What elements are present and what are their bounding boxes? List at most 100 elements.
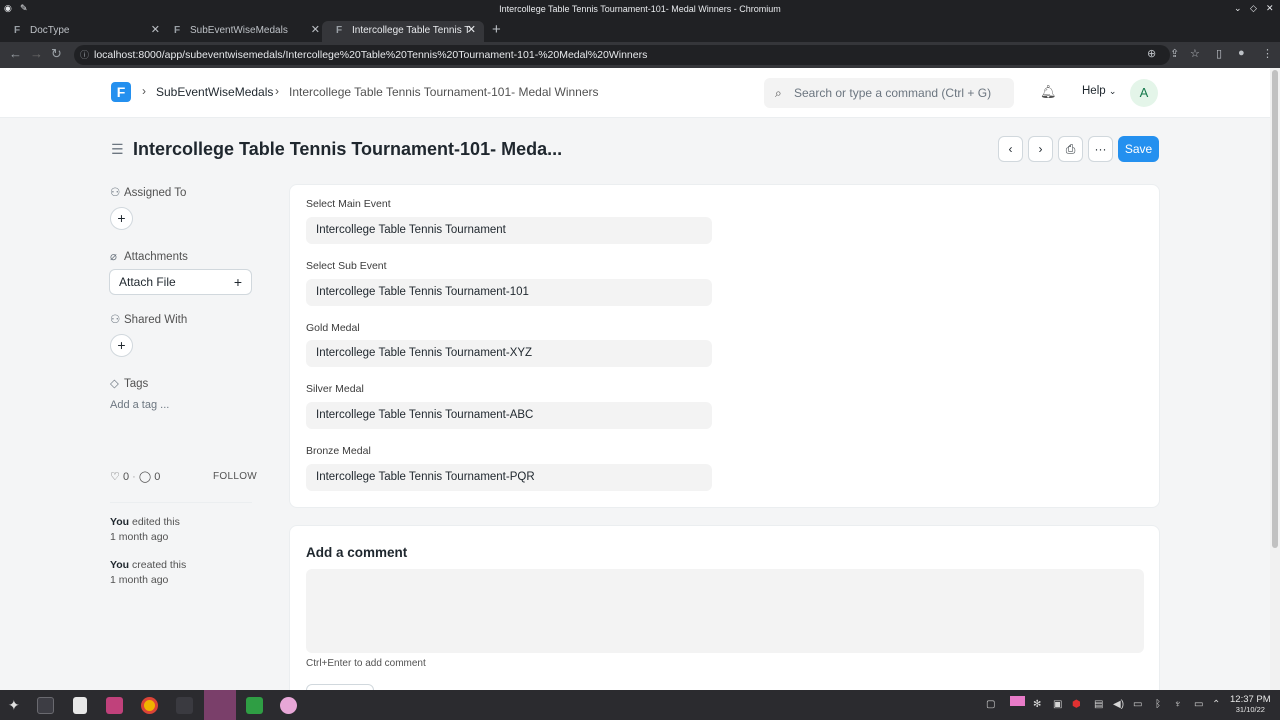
frappe-logo-icon[interactable]: F: [111, 82, 131, 102]
bronze-medal-field[interactable]: Intercollege Table Tennis Tournament-PQR: [306, 464, 712, 491]
attach-file-button[interactable]: Attach File +: [109, 269, 252, 295]
attachments-heading: ⌀ Attachments: [110, 249, 188, 263]
volume-icon[interactable]: ◀): [1113, 699, 1124, 710]
shield-icon[interactable]: ⬢: [1072, 699, 1081, 710]
tab-medal-winners[interactable]: F Intercollege Table Tennis T ✕: [322, 21, 484, 42]
chevron-right-icon: ›: [275, 84, 279, 98]
activity-action: created this: [131, 559, 187, 571]
next-document-button[interactable]: ›: [1028, 136, 1053, 162]
desktop-icon[interactable]: ▢: [986, 699, 995, 710]
side-panel-icon[interactable]: ▯: [1216, 47, 1222, 60]
back-icon[interactable]: ←: [9, 46, 22, 61]
bluetooth-icon[interactable]: ᛒ: [1155, 699, 1161, 710]
url-text: localhost:8000/app/subeventwisemedals/In…: [94, 49, 648, 61]
add-comment-heading: Add a comment: [306, 545, 408, 560]
address-bar[interactable]: ⓘ localhost:8000/app/subeventwisemedals/…: [74, 45, 1170, 65]
follow-button[interactable]: FOLLOW: [213, 471, 257, 482]
likes-comments-counter: ♡ 0 · ◯ 0: [110, 471, 161, 483]
app-launcher-icon[interactable]: ✦: [8, 697, 20, 714]
battery-icon[interactable]: ▭: [1133, 699, 1142, 710]
active-window-icon[interactable]: [204, 690, 236, 720]
activity-actor: You: [110, 516, 130, 528]
silver-medal-label: Silver Medal: [306, 383, 364, 395]
sidebar-toggle-icon[interactable]: ☰: [111, 141, 124, 158]
window-title-bar: ◉ ✎ Intercollege Table Tennis Tournament…: [0, 0, 1280, 19]
zoom-icon[interactable]: ⊕: [1147, 47, 1156, 60]
notes-icon[interactable]: ▤: [1094, 699, 1103, 710]
forward-icon[interactable]: →: [30, 46, 43, 61]
search-icon: ⌕: [775, 86, 782, 100]
notification-bell-icon[interactable]: 🔔︎: [1040, 84, 1057, 100]
new-tab-icon[interactable]: +: [492, 21, 501, 38]
save-button[interactable]: Save: [1118, 136, 1159, 162]
screenshot-tool-icon[interactable]: [280, 697, 297, 714]
user-avatar[interactable]: A: [1130, 79, 1158, 107]
tab-label: Intercollege Table Tennis T: [352, 25, 471, 36]
previous-document-button[interactable]: ‹: [998, 136, 1023, 162]
system-clock[interactable]: 12:37 PM 31/10/22: [1230, 695, 1271, 715]
activity-item: You edited this 1 month ago: [110, 515, 180, 545]
attach-file-label: Attach File: [119, 275, 176, 289]
browser-tab-strip: F DocType ✕ F SubEventWiseMedals ✕ F Int…: [0, 19, 1280, 42]
close-window-icon[interactable]: ✕: [1266, 3, 1274, 14]
likes-count: 0: [122, 471, 130, 483]
network-icon[interactable]: ▭: [1194, 699, 1203, 710]
reload-icon[interactable]: ↻: [51, 46, 62, 62]
tab-doctype[interactable]: F DocType ✕: [0, 21, 168, 42]
paperclip-icon: ⌀: [110, 251, 117, 263]
tags-label: Tags: [124, 378, 149, 390]
close-tab-icon[interactable]: ✕: [151, 21, 160, 40]
profile-icon[interactable]: ●: [1238, 47, 1245, 59]
window-title: Intercollege Table Tennis Tournament-101…: [499, 4, 781, 14]
color-indicator-icon[interactable]: [1010, 696, 1025, 706]
add-tag-link[interactable]: Add a tag ...: [110, 399, 169, 411]
sub-event-field[interactable]: Intercollege Table Tennis Tournament-101: [306, 279, 712, 306]
shared-with-label: Shared With: [124, 314, 188, 326]
add-assignment-button[interactable]: +: [110, 207, 133, 230]
file-manager-icon[interactable]: [106, 697, 123, 714]
close-tab-icon[interactable]: ✕: [467, 21, 476, 40]
silver-medal-field[interactable]: Intercollege Table Tennis Tournament-ABC: [306, 402, 712, 429]
comment-input[interactable]: [306, 569, 1144, 653]
browser-menu-icon[interactable]: ⋮: [1262, 47, 1273, 60]
minimize-icon[interactable]: ⌄: [1234, 3, 1242, 14]
chevron-down-icon: ⌄: [1108, 86, 1117, 96]
tray-expand-icon[interactable]: ⌃: [1212, 699, 1220, 710]
breadcrumb-document[interactable]: Intercollege Table Tennis Tournament-101…: [289, 85, 599, 99]
more-actions-button[interactable]: ···: [1088, 136, 1113, 162]
activity-action: edited this: [131, 516, 180, 528]
breadcrumb-doctype[interactable]: SubEventWiseMedals: [156, 85, 273, 99]
main-event-field[interactable]: Intercollege Table Tennis Tournament: [306, 217, 712, 244]
comment-icon: ◯: [138, 471, 152, 483]
frappe-favicon-icon: F: [174, 25, 181, 36]
clipboard-icon[interactable]: ▣: [1053, 699, 1062, 710]
awesome-bar-search[interactable]: ⌕ Search or type a command (Ctrl + G): [764, 78, 1014, 108]
site-info-icon[interactable]: ⓘ: [80, 45, 89, 65]
share-icon[interactable]: ⇪: [1170, 47, 1179, 60]
add-share-button[interactable]: +: [110, 334, 133, 357]
sub-event-label: Select Sub Event: [306, 260, 387, 272]
usb-icon[interactable]: ♆: [1174, 699, 1182, 710]
heart-icon[interactable]: ♡: [110, 471, 120, 483]
comments-count: 0: [154, 471, 161, 483]
clock-date: 31/10/22: [1235, 705, 1265, 714]
close-tab-icon[interactable]: ✕: [311, 21, 320, 40]
chrome-icon[interactable]: [141, 697, 158, 714]
help-dropdown[interactable]: Help ⌄: [1082, 85, 1116, 97]
bookmark-star-icon[interactable]: ☆: [1190, 47, 1200, 60]
print-button[interactable]: ⎙: [1058, 136, 1083, 162]
attachments-label: Attachments: [124, 251, 188, 263]
scrollbar-thumb[interactable]: [1272, 70, 1278, 548]
activity-item: You created this 1 month ago: [110, 558, 186, 588]
gold-medal-field[interactable]: Intercollege Table Tennis Tournament-XYZ: [306, 340, 712, 367]
maximize-icon[interactable]: ◇: [1250, 3, 1257, 14]
terminal-icon[interactable]: [176, 697, 193, 714]
plus-icon: +: [233, 274, 242, 290]
text-editor-icon[interactable]: [73, 697, 87, 714]
settings-icon[interactable]: ✻: [1033, 699, 1041, 710]
tab-subeventwisemedals[interactable]: F SubEventWiseMedals ✕: [160, 21, 328, 42]
spreadsheet-icon[interactable]: [246, 697, 263, 714]
sidebar-divider: [110, 502, 252, 503]
activity-time: 1 month ago: [110, 531, 169, 543]
system-monitor-icon[interactable]: [37, 697, 54, 714]
